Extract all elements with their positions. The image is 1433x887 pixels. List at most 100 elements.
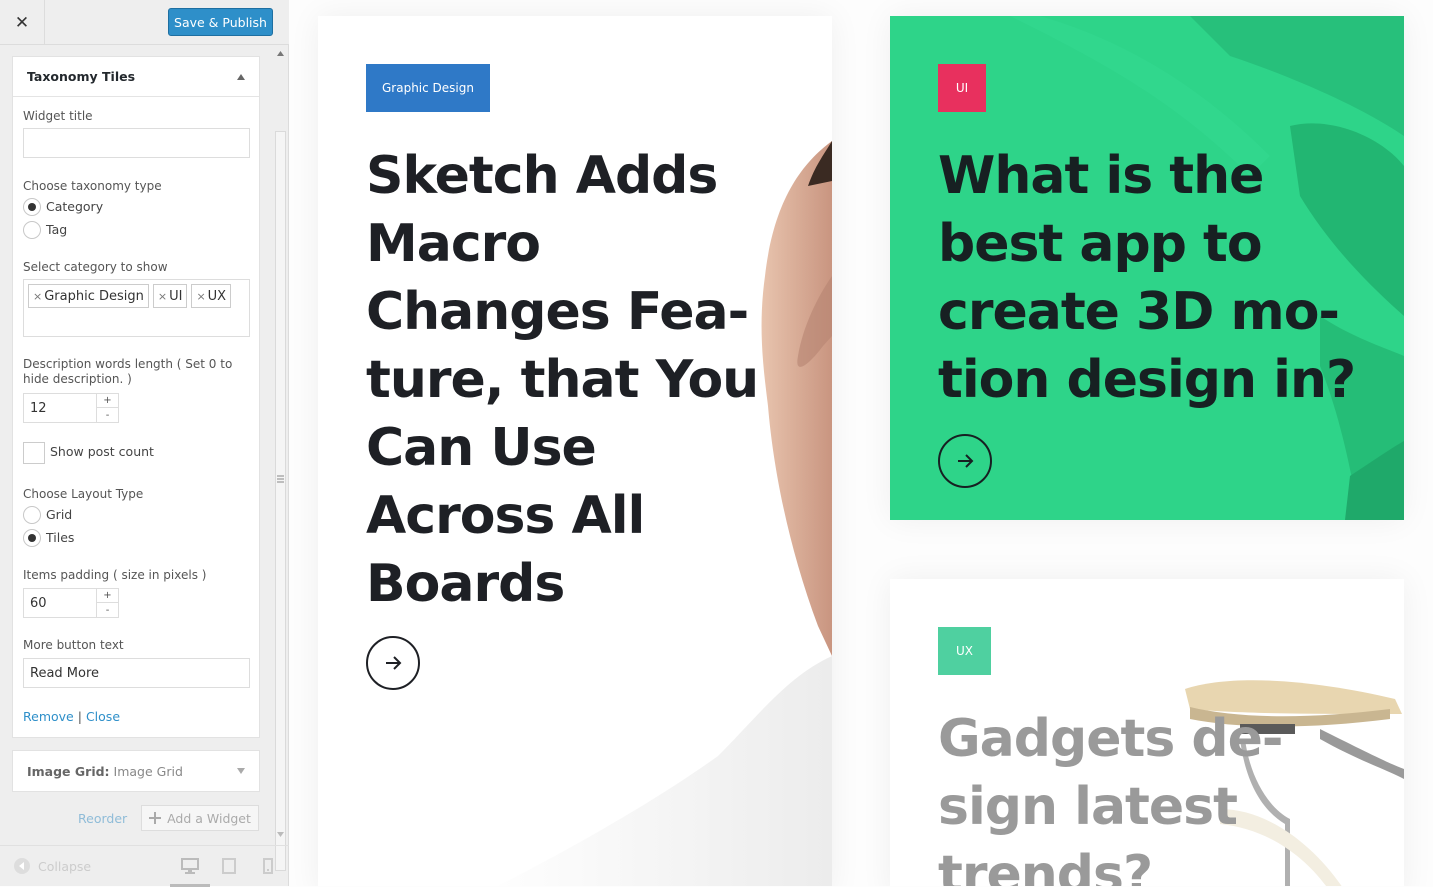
desc-length-stepper[interactable]: 12 + - — [23, 393, 119, 423]
show-post-count-label: Show post count — [50, 444, 154, 459]
headline-line: Gadgets de- — [938, 709, 1283, 769]
customizer-header: ✕ Save & Publish — [0, 0, 289, 45]
headline-line: Across All — [366, 486, 645, 546]
customizer-sidebar: ✕ Save & Publish Taxonomy Tiles Widget t… — [0, 0, 289, 887]
scroll-up-arrow-icon[interactable] — [273, 47, 288, 59]
desc-length-value: 12 — [30, 401, 47, 416]
category-badge-ux[interactable]: UX — [938, 627, 991, 675]
category-token[interactable]: × UX — [191, 284, 232, 308]
radio-grid[interactable] — [23, 506, 41, 524]
mobile-preview-icon[interactable] — [263, 858, 273, 874]
more-button-text-input[interactable]: Read More — [23, 658, 250, 688]
headline-line: Macro — [366, 214, 541, 274]
layout-type-label: Choose Layout Type — [23, 487, 144, 501]
close-customizer-button[interactable]: ✕ — [0, 0, 45, 45]
headline-line: Sketch Adds — [366, 146, 718, 206]
category-token-label: UX — [207, 288, 227, 304]
taxonomy-type-label: Choose taxonomy type — [23, 179, 162, 193]
image-grid-widget[interactable]: Image Grid: Image Grid — [12, 750, 260, 792]
widget-title-input[interactable] — [23, 128, 250, 158]
collapse-arrow-icon[interactable] — [237, 73, 245, 80]
tile-graphic-design[interactable]: Graphic Design Sketch Adds Macro Changes… — [318, 16, 832, 886]
separator: | — [77, 709, 82, 724]
desc-length-label: Description words length ( Set 0 to hide… — [23, 357, 233, 386]
headline-line: tion design in? — [938, 350, 1356, 410]
read-more-button[interactable] — [366, 636, 420, 690]
image-grid-widget-type: Image Grid: — [27, 763, 110, 779]
headline-line: Changes Fea- — [366, 282, 749, 342]
category-token[interactable]: × Graphic Design — [28, 284, 149, 308]
category-token[interactable]: × UI — [152, 284, 188, 308]
sidebar-scrollbar[interactable] — [273, 45, 288, 871]
reorder-link[interactable]: Reorder — [78, 811, 127, 826]
category-badge-graphic-design[interactable]: Graphic Design — [366, 64, 490, 112]
collapse-arrow-icon — [14, 858, 30, 874]
radio-tiles-label: Tiles — [46, 530, 75, 545]
grip-icon — [277, 475, 284, 483]
decrement-button[interactable]: - — [97, 408, 118, 422]
category-token-label: Graphic Design — [44, 288, 144, 304]
remove-link[interactable]: Remove — [23, 709, 74, 724]
customizer-footer: Collapse — [0, 845, 289, 887]
radio-tag-label: Tag — [46, 222, 68, 237]
category-multiselect[interactable]: × Graphic Design × UI × UX — [23, 279, 250, 337]
items-padding-value: 60 — [30, 596, 47, 611]
remove-token-icon[interactable]: × — [196, 290, 205, 303]
widget-title-label: Widget title — [23, 109, 93, 123]
collapse-button[interactable]: Collapse — [14, 858, 91, 874]
items-padding-stepper[interactable]: 60 + - — [23, 588, 119, 618]
image-grid-widget-title: Image Grid — [113, 763, 183, 779]
headline-line: create 3D mo- — [938, 282, 1340, 342]
tile-headline[interactable]: Gadgets de- sign latest trends? — [938, 705, 1283, 886]
widget-header[interactable]: Taxonomy Tiles — [13, 57, 259, 97]
arrow-right-icon — [386, 656, 402, 670]
expand-arrow-icon[interactable] — [237, 768, 245, 774]
increment-button[interactable]: + — [97, 394, 118, 408]
badge-label: UI — [955, 81, 969, 95]
headline-line: Boards — [366, 554, 565, 614]
read-more-button[interactable] — [938, 434, 992, 488]
desktop-preview-icon[interactable] — [181, 858, 199, 874]
tablet-preview-icon[interactable] — [222, 858, 236, 874]
scroll-down-arrow-icon[interactable] — [273, 829, 288, 841]
collapse-label: Collapse — [38, 858, 92, 874]
site-preview: Graphic Design Sketch Adds Macro Changes… — [289, 0, 1433, 886]
add-widget-label: Add a Widget — [167, 810, 251, 826]
show-post-count-checkbox[interactable] — [23, 442, 45, 464]
headline-line: ture, that You — [366, 350, 759, 410]
decrement-button[interactable]: - — [97, 603, 118, 617]
tile-ux[interactable]: UX Gadgets de- sign latest trends? — [890, 579, 1404, 886]
save-publish-button[interactable]: Save & Publish — [168, 8, 273, 36]
taxonomy-tiles-widget: Taxonomy Tiles Widget title Choose taxon… — [12, 56, 260, 738]
headline-line: best app to — [938, 214, 1263, 274]
radio-category-label: Category — [46, 199, 104, 214]
radio-tiles[interactable] — [23, 529, 41, 547]
badge-label: UX — [955, 644, 973, 658]
headline-line: trends? — [938, 845, 1153, 886]
radio-category[interactable] — [23, 198, 41, 216]
close-link[interactable]: Close — [86, 709, 120, 724]
tile-headline[interactable]: Sketch Adds Macro Changes Fea- ture, tha… — [366, 142, 759, 618]
badge-label: Graphic Design — [382, 81, 474, 95]
more-button-label: More button text — [23, 638, 124, 652]
category-badge-ui[interactable]: UI — [938, 64, 986, 112]
add-widget-button[interactable]: Add a Widget — [141, 805, 259, 831]
category-select-label: Select category to show — [23, 260, 168, 274]
plus-icon — [149, 812, 162, 824]
scroll-thumb[interactable] — [275, 131, 286, 871]
remove-token-icon[interactable]: × — [33, 290, 42, 303]
items-padding-label: Items padding ( size in pixels ) — [23, 568, 207, 582]
category-token-label: UI — [169, 288, 183, 304]
widget-title: Taxonomy Tiles — [27, 69, 136, 84]
headline-line: Can Use — [366, 418, 597, 478]
radio-grid-label: Grid — [46, 507, 73, 522]
tile-headline[interactable]: What is the best app to create 3D mo- ti… — [938, 142, 1356, 414]
remove-token-icon[interactable]: × — [158, 290, 167, 303]
radio-tag[interactable] — [23, 221, 41, 239]
headline-line: sign latest — [938, 777, 1238, 837]
headline-line: What is the — [938, 146, 1264, 206]
tile-ui[interactable]: UI What is the best app to create 3D mo-… — [890, 16, 1404, 520]
arrow-right-icon — [958, 454, 974, 468]
widget-actions: Remove | Close — [23, 709, 120, 724]
increment-button[interactable]: + — [97, 589, 118, 603]
